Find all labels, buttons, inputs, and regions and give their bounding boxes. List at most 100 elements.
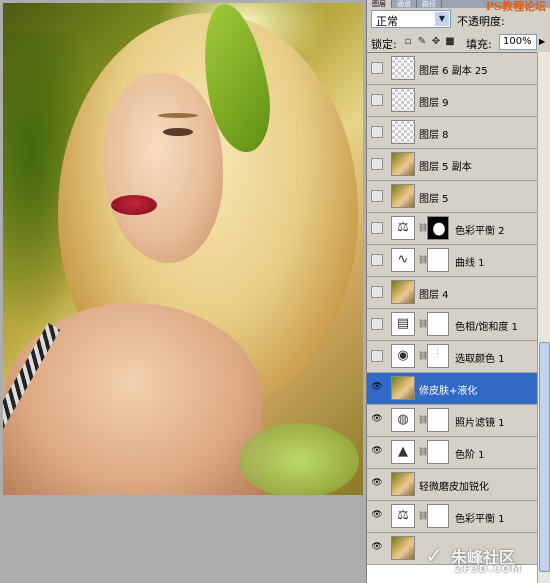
layer-thumbnail[interactable]	[391, 152, 415, 176]
eye-icon[interactable]: 👁	[371, 446, 383, 458]
fill-input[interactable]: 100%	[499, 34, 537, 50]
eye-icon[interactable]: 👁	[371, 510, 383, 522]
layer-row[interactable]: 👁 修皮肤+液化	[367, 373, 537, 405]
layer-name: 图层 6 副本 25	[419, 66, 488, 77]
layer-name: 修皮肤+液化	[419, 386, 478, 397]
visibility-toggle[interactable]	[371, 318, 383, 330]
visibility-toggle[interactable]	[371, 350, 383, 362]
visibility-toggle[interactable]	[371, 126, 383, 138]
layer-name: 图层 5 副本	[419, 162, 472, 173]
document-canvas-area[interactable]	[0, 0, 366, 583]
layer-thumbnail[interactable]	[391, 184, 415, 208]
leaf-foreground	[239, 423, 359, 495]
tab-channels[interactable]: 通道	[392, 0, 417, 8]
link-icon[interactable]: ⛓	[418, 447, 428, 456]
link-icon[interactable]: ⛓	[418, 511, 428, 520]
link-icon[interactable]: ⛓	[418, 351, 428, 360]
filter-adjustment-icon[interactable]: ◍	[391, 408, 415, 432]
layer-name: 色彩平衡 2	[455, 226, 505, 237]
layer-name: 图层 9	[419, 98, 449, 109]
layer-mask-thumbnail[interactable]	[427, 312, 449, 336]
tab-paths[interactable]: 路径	[417, 0, 442, 8]
levels-adjustment-icon[interactable]: ▲	[391, 440, 415, 464]
layer-name: 图层 8	[419, 130, 449, 141]
lock-label: 锁定:	[371, 38, 397, 51]
link-icon[interactable]: ⛓	[418, 223, 428, 232]
layer-thumbnail[interactable]	[391, 120, 415, 144]
watermark: ✓ 朱峰社区 ZF3D.COM	[425, 540, 545, 580]
layer-thumbnail[interactable]	[391, 280, 415, 304]
lock-all-icon[interactable]: ■	[445, 37, 455, 47]
layer-row[interactable]: 图层 6 副本 25	[367, 53, 537, 85]
layer-row[interactable]: 👁 轻微磨皮加锐化	[367, 469, 537, 501]
link-icon[interactable]: ⛓	[418, 319, 428, 328]
eye	[163, 128, 193, 136]
link-icon[interactable]: ⛓	[418, 415, 428, 424]
layer-name: 色阶 1	[455, 450, 485, 461]
balance-adjustment-icon[interactable]: ⚖	[391, 216, 415, 240]
layer-thumbnail[interactable]	[391, 56, 415, 80]
hue-adjustment-icon[interactable]: ▤	[391, 312, 415, 336]
selective-adjustment-icon[interactable]: ◉	[391, 344, 415, 368]
watermark-url: ZF3D.COM	[455, 564, 522, 575]
layer-mask-thumbnail[interactable]	[427, 344, 449, 368]
layer-mask-thumbnail[interactable]	[427, 504, 449, 528]
visibility-toggle[interactable]	[371, 94, 383, 106]
eye-icon[interactable]: 👁	[371, 382, 383, 394]
visibility-toggle[interactable]	[371, 62, 383, 74]
layers-scrollbar[interactable]	[537, 52, 550, 583]
layer-row[interactable]: ∿ ⛓ 曲线 1	[367, 245, 537, 277]
blend-row: 正常 ▼ 不透明度:	[369, 10, 549, 30]
layer-name: 选取颜色 1	[455, 354, 505, 365]
visibility-toggle[interactable]	[371, 222, 383, 234]
eye-icon[interactable]: 👁	[371, 478, 383, 490]
visibility-toggle[interactable]	[371, 190, 383, 202]
layer-mask-thumbnail[interactable]	[427, 216, 449, 240]
eye-icon[interactable]: 👁	[371, 414, 383, 426]
layer-thumbnail[interactable]	[391, 88, 415, 112]
layer-row[interactable]: 图层 5	[367, 181, 537, 213]
layer-mask-thumbnail[interactable]	[427, 408, 449, 432]
visibility-toggle[interactable]	[371, 286, 383, 298]
layer-row[interactable]: 图层 9	[367, 85, 537, 117]
document-image[interactable]	[3, 3, 363, 495]
visibility-toggle[interactable]	[371, 254, 383, 266]
link-icon[interactable]: ⛓	[418, 255, 428, 264]
chevron-down-icon[interactable]: ▼	[435, 12, 449, 26]
layer-name: 图层 5	[419, 194, 449, 205]
layer-thumbnail[interactable]	[391, 376, 415, 400]
tab-layers[interactable]: 图层	[367, 0, 392, 8]
layer-row[interactable]: 图层 5 副本	[367, 149, 537, 181]
lock-transparency-icon[interactable]: ▫	[403, 37, 413, 47]
layer-row[interactable]: ◉⛓ 选取颜色 1	[367, 341, 537, 373]
blend-mode-value: 正常	[376, 15, 398, 28]
layer-row[interactable]: 图层 8	[367, 117, 537, 149]
layer-row[interactable]: 👁 ◍ ⛓ 照片滤镜 1	[367, 405, 537, 437]
lock-brush-icon[interactable]: ✎	[417, 37, 427, 47]
photoshop-window: 图层 通道 路径 PS教程论坛 正常 ▼ 不透明度: 锁定: ▫ ✎ ✥ ■ 填…	[0, 0, 550, 583]
fill-arrow-icon[interactable]: ▶	[539, 37, 545, 46]
layer-row[interactable]: ▤ ⛓ 色相/饱和度 1	[367, 309, 537, 341]
layer-row[interactable]: 图层 4	[367, 277, 537, 309]
eyebrow	[158, 113, 198, 118]
layer-name: 色彩平衡 1	[455, 514, 505, 525]
layer-mask-thumbnail[interactable]	[427, 440, 449, 464]
layer-row[interactable]: 👁 ⚖ ⛓ 色彩平衡 1	[367, 501, 537, 533]
layer-mask-thumbnail[interactable]	[427, 248, 449, 272]
layer-thumbnail[interactable]	[391, 536, 415, 560]
scrollbar-thumb[interactable]	[539, 342, 550, 572]
lock-row: 锁定: ▫ ✎ ✥ ■ 填充: 100% ▶	[369, 34, 549, 52]
layer-thumbnail[interactable]	[391, 472, 415, 496]
layer-name: 照片滤镜 1	[455, 418, 505, 429]
watermark-logo-icon: ✓	[425, 544, 444, 569]
lock-move-icon[interactable]: ✥	[431, 37, 441, 47]
layers-list: 图层 6 副本 25 图层 9 图层 8 图层 5 副本 图层 5 ⚖ ⛓ 色彩平衡 2 ∿ ⛓ 曲…	[367, 52, 537, 583]
curves-adjustment-icon[interactable]: ∿	[391, 248, 415, 272]
layer-row[interactable]: ⚖ ⛓ 色彩平衡 2	[367, 213, 537, 245]
visibility-toggle[interactable]	[371, 158, 383, 170]
balance-adjustment-icon[interactable]: ⚖	[391, 504, 415, 528]
layer-row[interactable]: 👁 ▲ ⛓ 色阶 1	[367, 437, 537, 469]
blend-mode-select[interactable]: 正常 ▼	[371, 10, 451, 28]
layer-name: 图层 4	[419, 290, 449, 301]
eye-icon[interactable]: 👁	[371, 542, 383, 554]
